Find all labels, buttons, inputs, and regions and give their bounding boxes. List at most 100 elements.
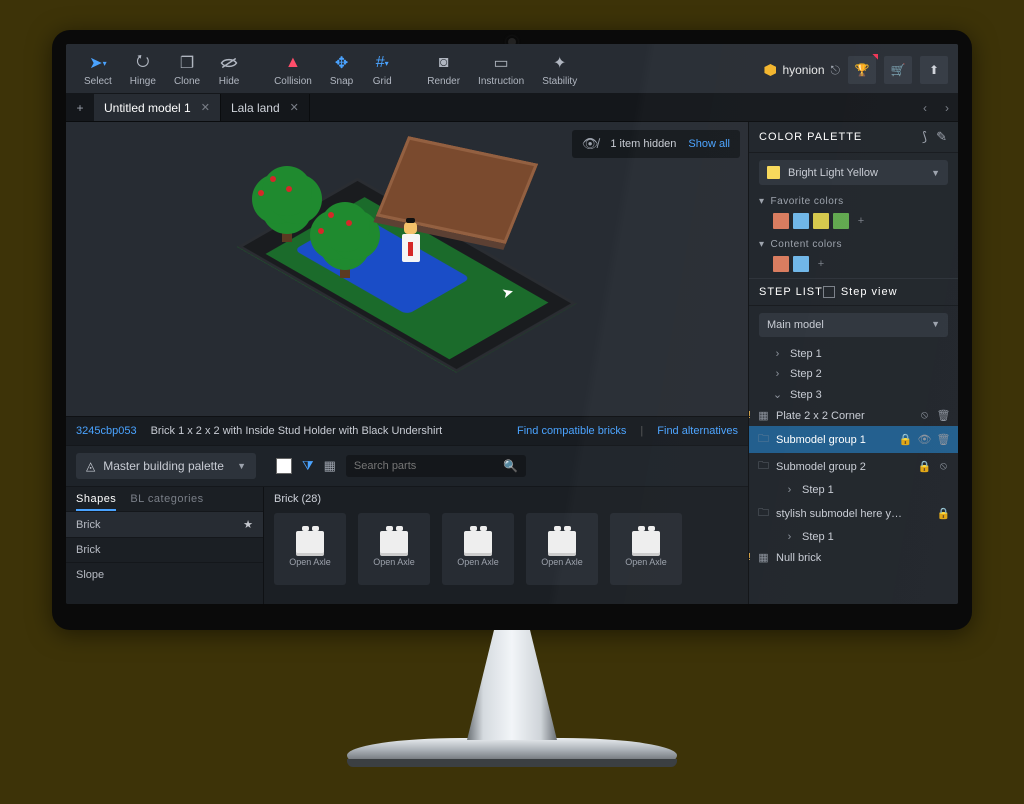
trophy-button[interactable]: 🏆	[848, 56, 876, 84]
palette-label: Master building palette	[103, 459, 224, 473]
step-row[interactable]: ›Step 1	[749, 344, 958, 364]
upload-button[interactable]: ⬆	[920, 56, 948, 84]
next-tab-button[interactable]: ›	[936, 94, 958, 121]
eye-off-icon[interactable]: ⦸	[918, 409, 931, 422]
tool-label: Instruction	[478, 76, 524, 87]
palette-dropdown[interactable]: ◬ Master building palette ▼	[76, 453, 256, 479]
tool-hinge[interactable]: ⭮ Hinge	[122, 50, 164, 89]
tool-stability[interactable]: ✦ Stability	[534, 50, 585, 89]
part-label: Open Axle	[289, 557, 331, 567]
tool-render[interactable]: ◙ Render	[419, 50, 468, 89]
hinge-icon: ⭮	[132, 52, 154, 74]
color-chip[interactable]	[773, 213, 789, 229]
color-chip[interactable]	[793, 213, 809, 229]
shape-row-brick[interactable]: Brick	[66, 537, 263, 562]
shapes-tab[interactable]: Shapes	[76, 493, 116, 511]
submodel-row[interactable]: 🗀 stylish submodel here y… 🔒	[749, 500, 958, 527]
tool-select[interactable]: ➤▾ Select	[76, 50, 120, 89]
part-label: Null brick	[776, 552, 950, 564]
color-swatch-white[interactable]	[276, 458, 292, 474]
star-icon[interactable]: ★	[243, 518, 253, 531]
lock-icon[interactable]: 🔒	[918, 460, 931, 473]
part-thumbnail[interactable]: Open Axle	[274, 513, 346, 585]
part-thumbnail[interactable]: Open Axle	[526, 513, 598, 585]
submodel-row[interactable]: 🗀 Submodel group 1 🔒 👁 🗑	[749, 426, 958, 453]
search-icon[interactable]: 🔍	[503, 459, 518, 473]
shape-label: Slope	[76, 569, 104, 581]
part-thumbnail[interactable]: Open Axle	[358, 513, 430, 585]
part-id-link[interactable]: 3245cbp053	[76, 425, 137, 437]
step-label: Step 1	[802, 484, 950, 496]
prev-tab-button[interactable]: ‹	[914, 94, 936, 121]
close-icon[interactable]: ✕	[290, 101, 299, 114]
shape-label: Brick	[76, 519, 100, 531]
step-row[interactable]: ›Step 1	[749, 480, 958, 500]
search-parts-box[interactable]: 🔍	[346, 455, 526, 477]
chevron-down-icon: ▼	[237, 461, 246, 471]
add-color-button[interactable]: +	[853, 213, 869, 229]
shape-row-brick[interactable]: Brick ★	[66, 511, 263, 537]
show-all-button[interactable]: Show all	[688, 138, 730, 150]
color-chip[interactable]	[833, 213, 849, 229]
content-colors-toggle[interactable]: ▾Content colors	[749, 235, 958, 254]
add-color-button[interactable]: +	[813, 256, 829, 272]
step-tree: ›Step 1 ›Step 2 ⌄Step 3 ! ▦ Plate 2 x 2 …	[749, 344, 958, 604]
paint-format-icon[interactable]: ⟆	[922, 129, 928, 145]
step-row[interactable]: ⌄Step 3	[749, 384, 958, 405]
step-label: Step 1	[790, 348, 950, 360]
trash-icon[interactable]: 🗑	[937, 433, 950, 446]
lock-icon[interactable]: 🔒	[937, 507, 950, 520]
find-alternatives-link[interactable]: Find alternatives	[657, 425, 738, 437]
tool-grid[interactable]: # ▾ Grid	[363, 50, 401, 89]
tool-snap[interactable]: ✥ Snap	[322, 50, 361, 89]
viewport-3d[interactable]: 👁⁠̸ 1 item hidden Show all	[66, 122, 748, 416]
lock-icon[interactable]: 🔒	[899, 433, 912, 446]
filter-icon[interactable]: ⧩	[302, 458, 314, 474]
color-dropdown[interactable]: Bright Light Yellow ▼	[759, 160, 948, 185]
tool-collision[interactable]: ▲ Collision	[266, 50, 320, 89]
eye-off-icon[interactable]: ⦸	[937, 460, 950, 473]
tool-hide[interactable]: Hide	[210, 50, 248, 89]
submodel-row[interactable]: 🗀 Submodel group 2 🔒 ⦸	[749, 453, 958, 480]
favorite-colors-toggle[interactable]: ▾Favorite colors	[749, 192, 958, 211]
step-row[interactable]: ›Step 1	[749, 527, 958, 547]
part-row-plate[interactable]: ! ▦ Plate 2 x 2 Corner ⦸ 🗑	[749, 405, 958, 426]
shape-label: Brick	[76, 544, 100, 556]
part-thumbnail[interactable]: Open Axle	[442, 513, 514, 585]
tool-label: Clone	[174, 76, 200, 87]
tool-clone[interactable]: ❐ Clone	[166, 50, 208, 89]
color-chip[interactable]	[773, 256, 789, 272]
close-icon[interactable]: ✕	[201, 101, 210, 114]
hide-icon	[218, 52, 240, 74]
logout-icon[interactable]: ⎋	[831, 63, 841, 78]
shape-row-slope[interactable]: Slope	[66, 562, 263, 587]
tool-label: Snap	[330, 76, 353, 87]
bl-categories-tab[interactable]: BL categories	[130, 493, 203, 511]
trash-icon[interactable]: 🗑	[937, 409, 950, 422]
search-input[interactable]	[354, 460, 497, 472]
tab-untitled-model[interactable]: Untitled model 1 ✕	[94, 94, 221, 121]
color-name: Bright Light Yellow	[788, 167, 878, 179]
find-compatible-link[interactable]: Find compatible bricks	[517, 425, 626, 437]
step-row[interactable]: ›Step 2	[749, 364, 958, 384]
step-view-label: Step view	[841, 286, 898, 298]
step-view-checkbox[interactable]	[823, 286, 835, 298]
palette-icon: ◬	[86, 459, 95, 473]
model-dropdown[interactable]: Main model ▼	[759, 313, 948, 337]
part-row-null[interactable]: ! ▦ Null brick	[749, 547, 958, 568]
color-chip[interactable]	[813, 213, 829, 229]
parts-catalog: Shapes BL categories Brick ★ Brick	[66, 486, 748, 604]
part-label: Open Axle	[625, 557, 667, 567]
user-chip[interactable]: hyonion ⎋	[764, 63, 840, 78]
part-thumbnail[interactable]: Open Axle	[610, 513, 682, 585]
new-tab-button[interactable]: +	[66, 94, 94, 121]
eyedropper-icon[interactable]: ✎	[936, 129, 948, 145]
brick-icon: ▦	[757, 409, 770, 422]
tool-instruction[interactable]: ▭ Instruction	[470, 50, 532, 89]
tab-lala-land[interactable]: Lala land ✕	[221, 94, 310, 121]
cart-button[interactable]: 🛒	[884, 56, 912, 84]
color-chip[interactable]	[793, 256, 809, 272]
grid-view-icon[interactable]: ▦	[324, 458, 336, 474]
eye-icon[interactable]: 👁	[918, 433, 931, 446]
model-label: Main model	[767, 319, 824, 331]
